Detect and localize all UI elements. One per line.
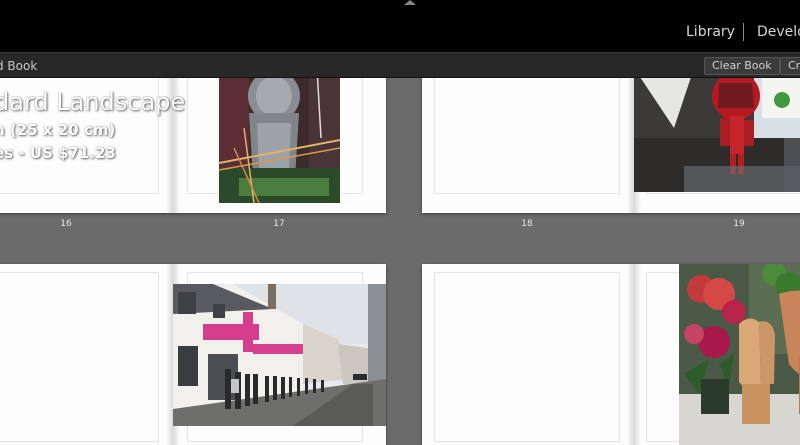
create-book-button[interactable]: Cr	[780, 57, 800, 75]
photo-cell[interactable]	[434, 272, 620, 442]
module-separator	[743, 23, 744, 41]
photo-cell[interactable]	[434, 78, 620, 194]
spread-16-17[interactable]: dard Landscape n (25 x 20 cm) es - US $7…	[0, 78, 386, 213]
spread-fold	[627, 264, 641, 445]
photo-flowers-hand[interactable]	[679, 264, 800, 445]
module-develop[interactable]: Develo	[757, 24, 800, 40]
photo-figurine[interactable]	[219, 78, 340, 203]
module-bar: Library Develo	[0, 0, 800, 52]
book-size-title: dard Landscape	[0, 88, 186, 116]
book-toolbar: d Book Clear Book Cr	[0, 52, 800, 78]
street-photo-graphic	[173, 284, 386, 426]
book-title: d Book	[0, 59, 38, 73]
flowers-hand-photo-graphic	[679, 264, 800, 445]
page-number: 16	[60, 219, 72, 229]
spread-20-21[interactable]	[0, 264, 386, 445]
book-price: es - US $71.23	[0, 144, 116, 162]
book-canvas: dard Landscape n (25 x 20 cm) es - US $7…	[0, 78, 800, 445]
robot-toy-photo-graphic	[634, 78, 800, 192]
photo-robot-toy[interactable]	[634, 78, 800, 192]
book-dimensions: n (25 x 20 cm)	[0, 121, 116, 139]
module-library[interactable]: Library	[686, 24, 735, 40]
spread-18-19[interactable]	[422, 78, 800, 213]
clear-book-button[interactable]: Clear Book	[704, 57, 780, 75]
photo-street-scene[interactable]	[173, 284, 386, 426]
panel-toggle-icon[interactable]	[404, 0, 416, 5]
photo-cell[interactable]	[0, 272, 159, 442]
page-number: 18	[521, 219, 533, 229]
page-number: 17	[273, 219, 285, 229]
page-number: 19	[733, 219, 745, 229]
figurine-photo-graphic	[219, 78, 340, 203]
spread-22-23[interactable]	[422, 264, 800, 445]
